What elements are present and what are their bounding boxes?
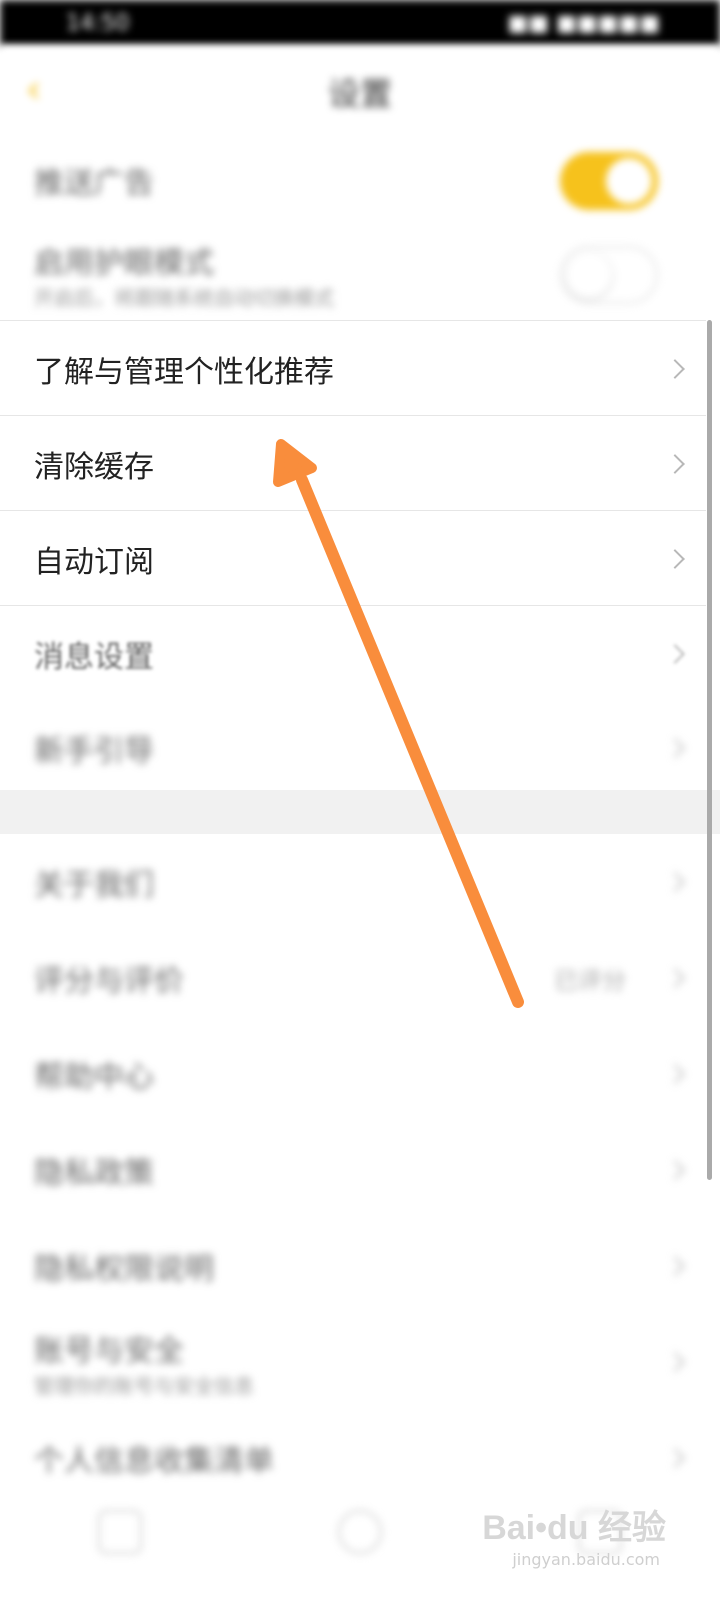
annotation-arrow — [273, 439, 524, 1008]
arrow-head — [273, 439, 317, 487]
arrow-shaft — [296, 474, 524, 1008]
